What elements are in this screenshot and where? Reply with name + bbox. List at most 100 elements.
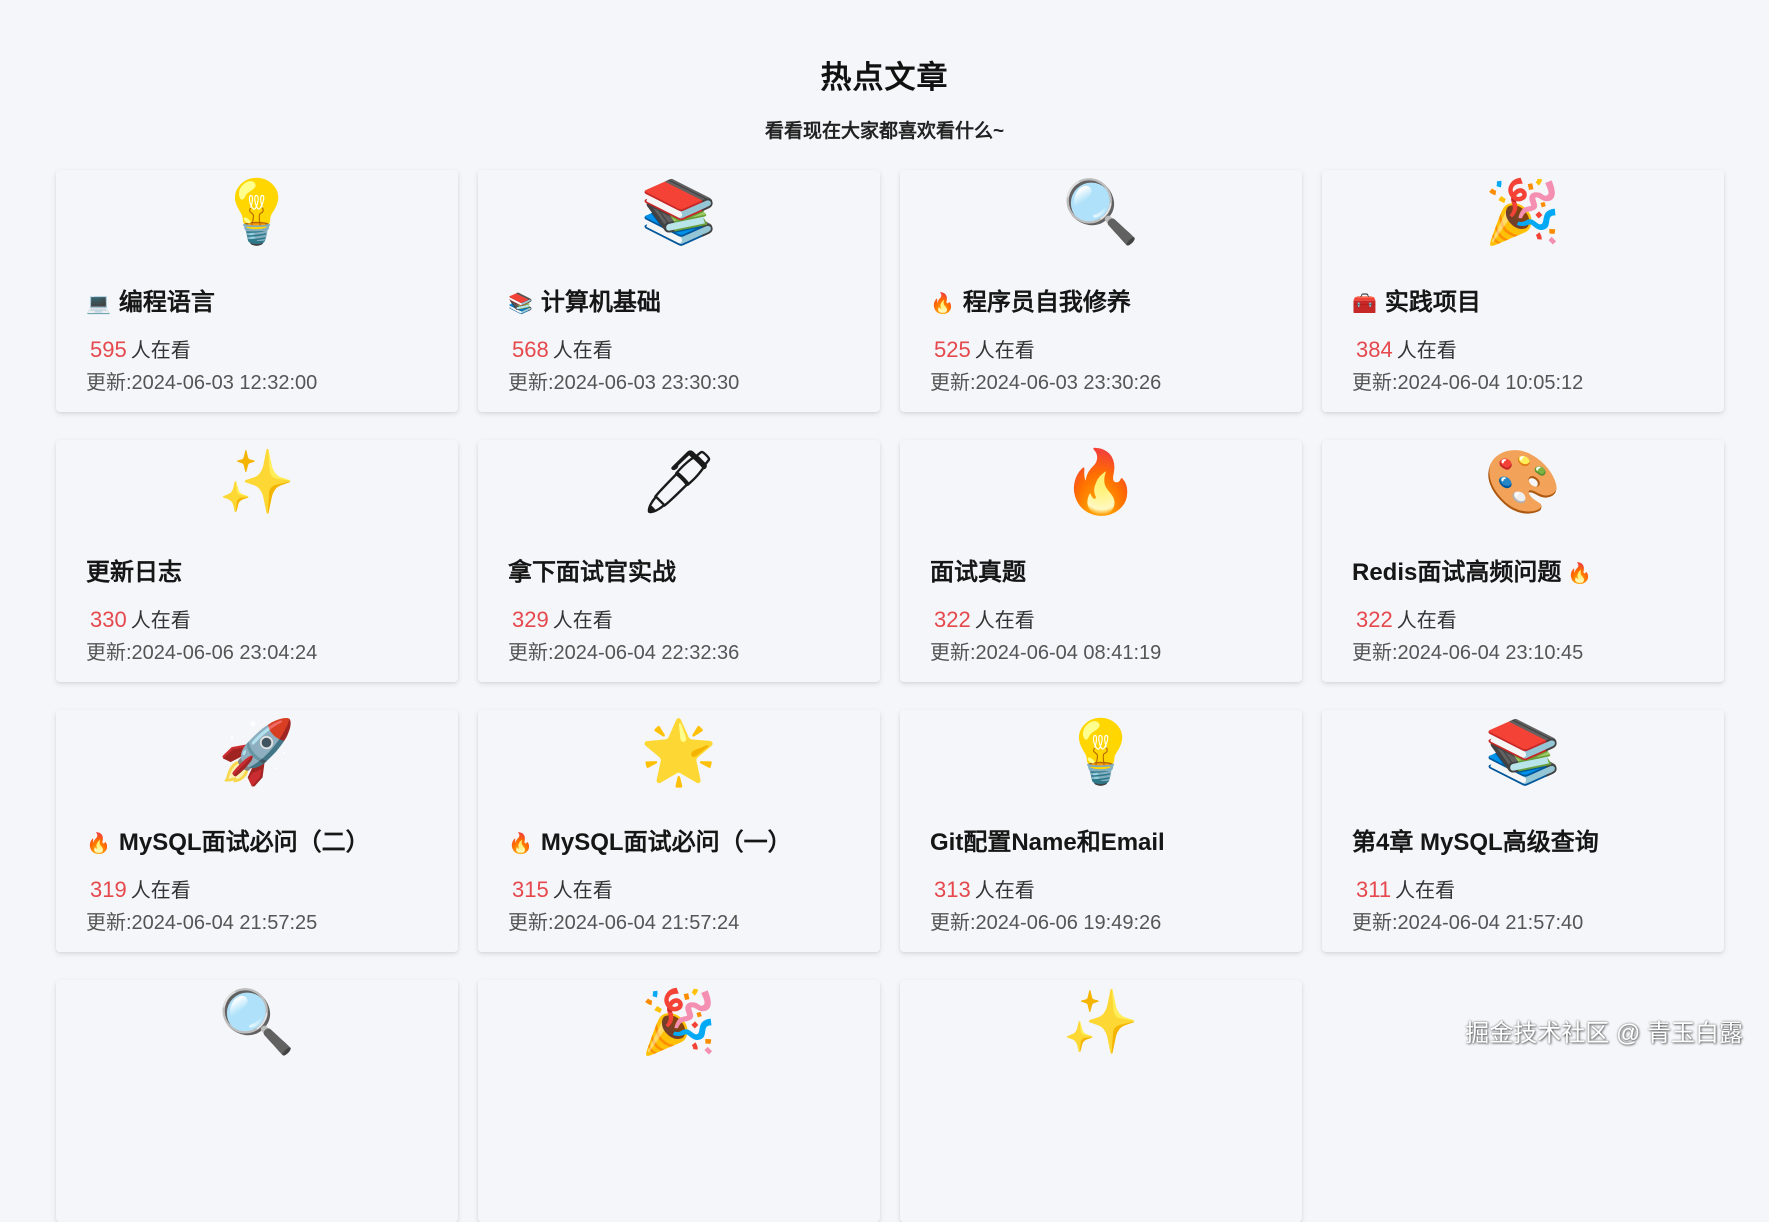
toolbox-icon: 🧰 [1352, 293, 1377, 315]
article-card[interactable]: 🔍 [56, 980, 458, 1222]
article-card[interactable]: 🎉 [478, 980, 880, 1222]
view-count-number: 319 [90, 877, 127, 902]
card-title-text: MySQL面试必问（一） [540, 829, 792, 856]
view-count-label: 人在看 [974, 880, 1035, 902]
article-card[interactable]: 💡 Git配置Name和Email 313 人在看 更新:2024-06-06 19:4… [900, 710, 1302, 952]
card-title[interactable]: 第4章 MySQL高级查询 [1352, 822, 1704, 857]
article-card[interactable]: 🌟 🔥 MySQL面试必问（一） 315 人在看更新:2024-06-04 21:57:… [478, 710, 880, 952]
rocket-icon: 🚀 [218, 715, 296, 788]
card-title[interactable]: Git配置Name和Email [930, 822, 1282, 857]
party-popper-icon: 🎉 [640, 985, 718, 1058]
card-title-text: Git配置Name和Email [930, 829, 1165, 856]
view-count-label: 人在看 [552, 610, 613, 632]
article-card[interactable]: 🚀 🔥 MySQL面试必问（二） 319 人在看 更新:2024-06-04 21:57:… [56, 710, 458, 952]
magnifier-icon: 🔍 [218, 985, 296, 1058]
fire-icon: 🔥 [508, 833, 533, 855]
view-count-number: 329 [512, 607, 549, 632]
card-title[interactable]: 面试真题 [930, 552, 1282, 587]
party-popper-icon: 🎉 [1484, 175, 1562, 248]
books-icon: 📚 [508, 293, 533, 315]
magnifier-icon: 🔍 [1062, 175, 1140, 248]
books-icon: 📚 [640, 175, 718, 248]
article-card[interactable]: 🎉 🧰 实践项目 384 人在看更新:2024-06-04 10:05:12 [1322, 170, 1724, 412]
updated-timestamp: 更新:2024-06-03 23:30:30 [508, 372, 740, 394]
article-grid: 💡 💻 编程语言 595 人在看 更新:2024-06-03 12:32:00 📚 📚 计算机基… [56, 170, 1726, 1222]
palette-icon: 🎨 [1484, 445, 1562, 518]
card-title-text: 实践项目 [1384, 289, 1481, 316]
view-count-number: 322 [934, 607, 971, 632]
view-count: 322 人在看 [934, 604, 1035, 633]
updated-timestamp: 更新:2024-06-06 23:04:24 [86, 642, 318, 664]
star-icon: 🌟 [640, 715, 718, 788]
view-count-number: 568 [512, 337, 549, 362]
updated-timestamp: 更新:2024-06-04 23:10:45 [1352, 642, 1584, 664]
sparkles-icon: ✨ [218, 445, 296, 518]
card-title[interactable]: 🧰 实践项目 [1352, 282, 1704, 317]
updated-timestamp: 更新:2024-06-04 22:32:36 [508, 642, 740, 664]
article-card[interactable]: 💡 💻 编程语言 595 人在看 更新:2024-06-03 12:32:00 [56, 170, 458, 412]
view-count-label: 人在看 [552, 880, 613, 902]
lightbulb-icon: 💡 [1062, 715, 1140, 788]
card-title-text: 拿下面试官实战 [508, 559, 676, 586]
view-count-number: 330 [90, 607, 127, 632]
card-title[interactable]: 拿下面试官实战 [508, 552, 860, 587]
view-count: 330 人在看 [90, 604, 191, 633]
fire-icon: 🔥 [1567, 563, 1593, 585]
view-count-label: 人在看 [1396, 340, 1457, 362]
card-title[interactable]: 🔥 MySQL面试必问（二） [86, 822, 438, 857]
view-count: 595 人在看 [90, 334, 191, 363]
article-card[interactable]: ✨ 更新日志 330 人在看更新:2024-06-06 23:04:24 [56, 440, 458, 682]
view-count-label: 人在看 [974, 340, 1035, 362]
card-title[interactable]: 💻 编程语言 [86, 282, 438, 317]
card-title[interactable]: 🔥 MySQL面试必问（一） [508, 822, 860, 857]
laptop-icon: 💻 [86, 293, 111, 315]
card-title-text: 更新日志 [86, 559, 182, 586]
updated-timestamp: 更新:2024-06-04 21:57:40 [1352, 912, 1584, 934]
pen-icon: 🖊 [639, 445, 719, 518]
view-count-number: 384 [1356, 337, 1393, 362]
updated-timestamp: 更新:2024-06-03 12:32:00 [86, 372, 318, 394]
card-title[interactable]: Redis面试高频问题 🔥 [1352, 552, 1704, 587]
books-icon: 📚 [1484, 715, 1562, 788]
article-card[interactable]: 🖊 拿下面试官实战 329 人在看更新:2024-06-04 22:32:36 [478, 440, 880, 682]
view-count-label: 人在看 [130, 880, 191, 902]
page-subtitle: 看看现在大家都喜欢看什么~ [764, 121, 1005, 142]
view-count-label: 人在看 [1395, 880, 1456, 902]
view-count-label: 人在看 [552, 340, 613, 362]
view-count-number: 311 [1356, 877, 1392, 902]
card-title-text: 面试真题 [930, 559, 1026, 586]
view-count: 311 人在看 [1356, 874, 1455, 903]
sparkles-icon: ✨ [1062, 985, 1140, 1058]
view-count-label: 人在看 [974, 610, 1035, 632]
view-count-number: 595 [90, 337, 127, 362]
view-count-number: 315 [512, 877, 549, 902]
article-card[interactable]: 🔍 🔥 程序员自我修养 525 人在看更新:2024-06-03 23:30:26 [900, 170, 1302, 412]
fire-icon: 🔥 [1062, 445, 1140, 518]
view-count-label: 人在看 [130, 340, 191, 362]
view-count-number: 313 [934, 877, 971, 902]
fire-icon: 🔥 [930, 293, 955, 315]
updated-timestamp: 更新:2024-06-04 10:05:12 [1352, 372, 1584, 394]
view-count: 384 人在看 [1356, 334, 1457, 363]
article-card[interactable]: 📚 第4章 MySQL高级查询 311 人在看更新:2024-06-04 21:57:… [1322, 710, 1724, 952]
article-card[interactable]: 🎨 Redis面试高频问题 🔥 322 人在看 更新:2024-06-04 23:10:4… [1322, 440, 1724, 682]
card-title[interactable]: 🔥 程序员自我修养 [930, 282, 1282, 317]
card-title-text: 第4章 MySQL高级查询 [1352, 829, 1599, 856]
view-count-number: 525 [934, 337, 971, 362]
updated-timestamp: 更新:2024-06-04 21:57:24 [508, 912, 740, 934]
card-title[interactable]: 📚 计算机基础 [508, 282, 860, 317]
page-title: 热点文章 [820, 60, 949, 95]
view-count: 319 人在看 [90, 874, 191, 903]
card-title[interactable]: 更新日志 [86, 552, 438, 587]
watermark: 掘金技术社区 @ 青玉白露 [1465, 1020, 1743, 1047]
view-count: 313 人在看 [934, 874, 1035, 903]
view-count-label: 人在看 [130, 610, 191, 632]
view-count: 568 人在看 [512, 334, 613, 363]
card-title-text: Redis面试高频问题 [1352, 559, 1562, 586]
view-count-label: 人在看 [1396, 610, 1457, 632]
article-card[interactable]: 📚 📚 计算机基础 568 人在看 更新:2024-06-03 23:30:30 [478, 170, 880, 412]
updated-timestamp: 更新:2024-06-03 23:30:26 [930, 372, 1162, 394]
article-card[interactable]: ✨ [900, 980, 1302, 1222]
article-card[interactable]: 🔥 面试真题 322 人在看 更新:2024-06-04 08:41:19 [900, 440, 1302, 682]
view-count: 525 人在看 [934, 334, 1035, 363]
